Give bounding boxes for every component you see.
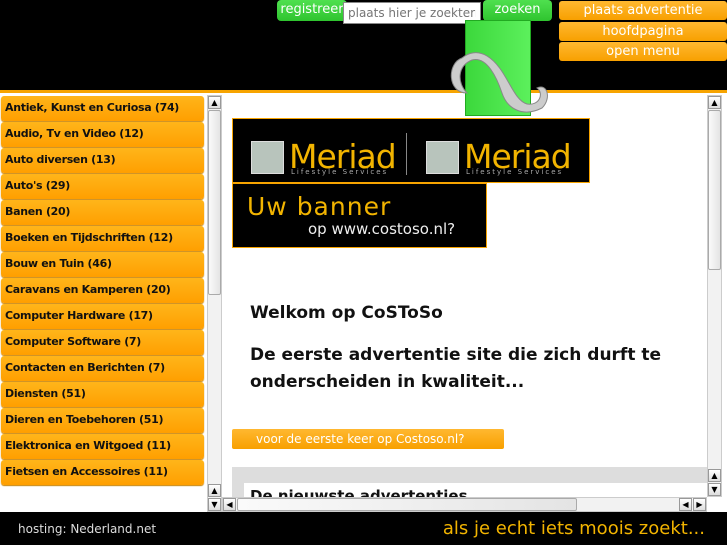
scroll-down-button[interactable]: ▼	[208, 498, 221, 511]
sidebar-scrollbar[interactable]: ▲ ▲ ▼	[207, 95, 222, 512]
scroll-thumb[interactable]	[237, 498, 577, 511]
homepage-button[interactable]: hoofdpagina	[559, 22, 727, 41]
category-item[interactable]: Fietsen en Accessoires (11)	[1, 460, 204, 485]
scroll-up-button[interactable]: ▲	[708, 469, 721, 482]
horizontal-scrollbar[interactable]: ◀ ◀ ▶	[222, 497, 707, 512]
scroll-thumb[interactable]	[208, 110, 221, 295]
category-item[interactable]: Dieren en Toebehoren (51)	[1, 408, 204, 433]
footer: hosting: Nederland.net als je echt iets …	[0, 512, 727, 545]
slogan: als je echt iets moois zoekt...	[442, 518, 705, 539]
advertise-banner[interactable]: Uw banner op www.costoso.nl?	[232, 183, 487, 248]
search-input[interactable]	[343, 2, 481, 24]
hosting-text: hosting: Nederland.net	[18, 522, 157, 536]
category-item[interactable]: Elektronica en Witgoed (11)	[1, 434, 204, 459]
first-time-button[interactable]: voor de eerste keer op Costoso.nl?	[232, 429, 504, 449]
register-button[interactable]: registreer	[277, 0, 347, 21]
category-sidebar: Antiek, Kunst en Curiosa (74) Audio, Tv e…	[0, 95, 207, 512]
meriad-sub: Lifestyle Services	[291, 168, 389, 176]
scroll-left-button[interactable]: ◀	[679, 498, 692, 511]
category-item[interactable]: Computer Hardware (17)	[1, 304, 204, 329]
category-item[interactable]: Banen (20)	[1, 200, 204, 225]
category-item[interactable]: Caravans en Kamperen (20)	[1, 278, 204, 303]
open-menu-button[interactable]: open menu	[559, 42, 727, 61]
category-item[interactable]: Auto's (29)	[1, 174, 204, 199]
meriad-banner[interactable]: Meriad Lifestyle Services Meriad Lifesty…	[232, 118, 590, 183]
content-scrollbar[interactable]: ▲ ▲ ▼	[707, 95, 722, 497]
banner-title: Uw banner	[247, 192, 392, 221]
category-item[interactable]: Diensten (51)	[1, 382, 204, 407]
newest-ads-box: De nieuwste advertenties	[232, 467, 707, 497]
newest-heading: De nieuwste advertenties	[244, 483, 707, 497]
category-item[interactable]: Contacten en Berichten (7)	[1, 356, 204, 381]
logo-icon	[450, 52, 548, 113]
welcome-heading: Welkom op CoSToSo	[250, 303, 443, 323]
main-content: Meriad Lifestyle Services Meriad Lifesty…	[222, 95, 707, 497]
meriad-logo-icon	[426, 141, 459, 174]
scroll-down-button[interactable]: ▼	[708, 483, 721, 496]
category-item[interactable]: Bouw en Tuin (46)	[1, 252, 204, 277]
search-button[interactable]: zoeken	[483, 0, 552, 21]
header: registreer zoeken plaats advertentie hoo…	[0, 0, 727, 116]
scroll-thumb[interactable]	[708, 110, 721, 270]
scroll-up-button[interactable]: ▲	[208, 484, 221, 497]
category-item[interactable]: Antiek, Kunst en Curiosa (74)	[1, 96, 204, 121]
banner-sub: op www.costoso.nl?	[308, 220, 456, 238]
place-ad-button[interactable]: plaats advertentie	[559, 1, 727, 20]
category-item[interactable]: Boeken en Tijdschriften (12)	[1, 226, 204, 251]
tagline: De eerste advertentie site die zich durf…	[250, 345, 662, 392]
scroll-right-button[interactable]: ▶	[693, 498, 706, 511]
scroll-left-button[interactable]: ◀	[223, 498, 236, 511]
scroll-up-button[interactable]: ▲	[708, 96, 721, 109]
scroll-up-button[interactable]: ▲	[208, 96, 221, 109]
category-item[interactable]: Computer Software (7)	[1, 330, 204, 355]
meriad-logo-icon	[251, 141, 284, 174]
category-item[interactable]: Auto diversen (13)	[1, 148, 204, 173]
category-item[interactable]: Audio, Tv en Video (12)	[1, 122, 204, 147]
meriad-sub: Lifestyle Services	[466, 168, 564, 176]
